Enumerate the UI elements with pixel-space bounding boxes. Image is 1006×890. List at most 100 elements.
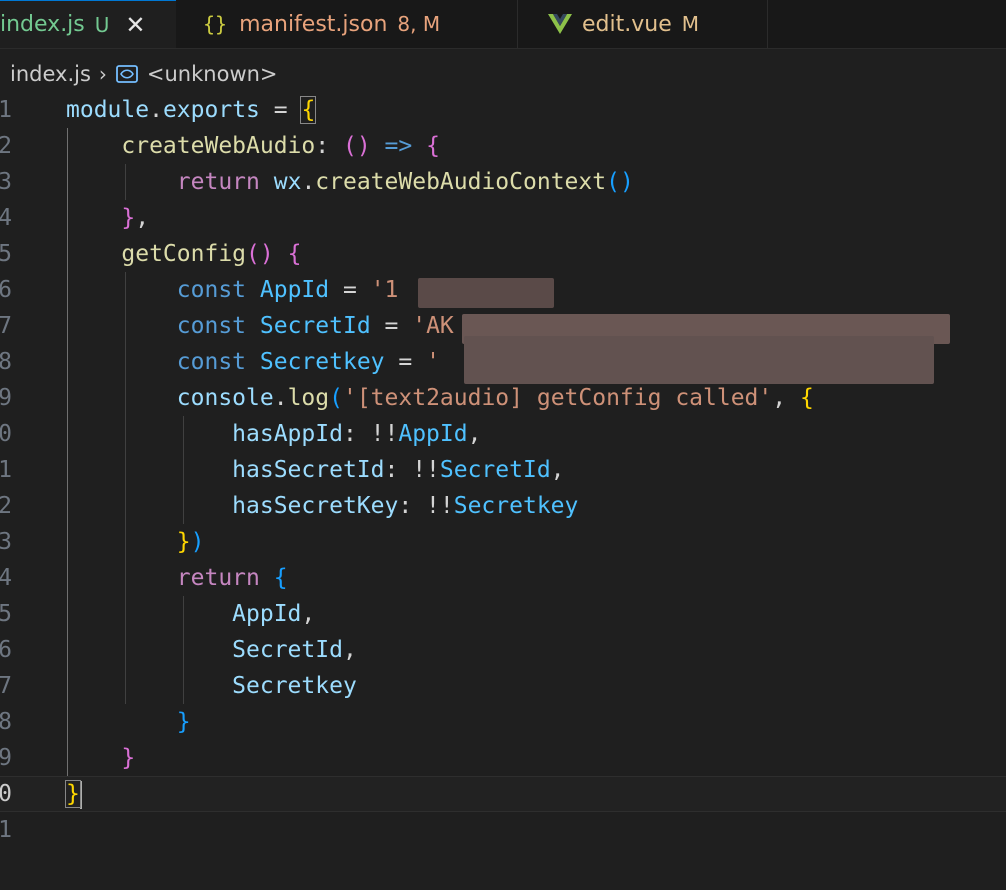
code-token: Secretkey [259, 349, 385, 375]
code-text: getConfig() { [66, 236, 301, 272]
code-token: wx [273, 169, 302, 195]
code-token: } [176, 529, 191, 555]
code-token: { [287, 241, 302, 267]
code-line[interactable]: 9 } [0, 740, 1006, 776]
code-line[interactable]: 0} [0, 776, 1006, 812]
line-number: 3 [0, 529, 12, 555]
code-text: return wx.createWebAudioContext() [66, 164, 634, 200]
code-token: , [342, 637, 357, 663]
code-token: = [370, 313, 413, 339]
line-number: 1 [0, 97, 12, 123]
code-text: }, [66, 200, 149, 236]
code-text: }) [66, 524, 205, 560]
code-token: return [176, 169, 260, 195]
code-token: createWebAudio [121, 133, 316, 159]
code-line[interactable]: 1 hasSecretId: !!SecretId, [0, 452, 1006, 488]
code-text: createWebAudio: () => { [66, 128, 440, 164]
code-token: { [300, 96, 317, 124]
line-number: 4 [0, 205, 12, 231]
line-number: 9 [0, 745, 12, 771]
redacted-region [418, 278, 554, 308]
tab-label: manifest.json [239, 11, 388, 37]
code-token: . [301, 169, 316, 195]
line-number: 7 [0, 673, 12, 699]
code-token: { [426, 133, 440, 159]
code-line[interactable]: 9 console.log('[text2audio] getConfig ca… [0, 380, 1006, 416]
line-number: 4 [0, 565, 12, 591]
code-line[interactable]: 5 getConfig() { [0, 236, 1006, 272]
code-token: = [329, 277, 371, 303]
json-braces-icon: {} [203, 12, 228, 36]
code-token: 'AK [412, 313, 454, 339]
code-token: ) [190, 529, 205, 555]
breadcrumb-symbol[interactable]: <unknown> [147, 62, 278, 86]
code-line[interactable]: 8 } [0, 704, 1006, 740]
code-token: } [121, 745, 136, 771]
problems-git-badge: 8, M [397, 12, 441, 36]
code-token: } [121, 205, 136, 231]
code-line[interactable]: 4 return { [0, 560, 1006, 596]
code-token: { [273, 565, 288, 591]
breadcrumb-file[interactable]: index.js [10, 62, 91, 86]
close-icon[interactable]: ✕ [125, 11, 145, 39]
tab-manifest-json[interactable]: {} manifest.json 8, M [176, 0, 518, 48]
tab-index-js[interactable]: index.js U ✕ [0, 0, 176, 48]
code-token: () [342, 133, 371, 159]
tab-edit-vue[interactable]: edit.vue M [518, 0, 768, 48]
code-line[interactable]: 3 }) [0, 524, 1006, 560]
code-token: , [467, 421, 482, 447]
code-token: '[text2audio] getConfig called' [342, 385, 773, 411]
code-token: '1 [370, 277, 399, 303]
code-line[interactable]: 1 [0, 812, 1006, 848]
line-number: 6 [0, 637, 12, 663]
code-token: console [176, 385, 274, 411]
code-line[interactable]: 2 hasSecretKey: !!Secretkey [0, 488, 1006, 524]
code-token: SecretId [232, 637, 343, 663]
code-token: , [301, 601, 316, 627]
code-line[interactable]: 1 module.exports = { [0, 92, 1006, 128]
code-line[interactable]: 3 return wx.createWebAudioContext() [0, 164, 1006, 200]
code-text: hasSecretId: !!SecretId, [66, 452, 564, 488]
line-number: 5 [0, 601, 12, 627]
code-token: : !! [384, 457, 440, 483]
code-token: module [66, 97, 150, 123]
code-token: , [135, 205, 150, 231]
code-line[interactable]: 6 SecretId, [0, 632, 1006, 668]
code-text: hasAppId: !!AppId, [66, 416, 481, 452]
code-line[interactable]: 2 createWebAudio: () => { [0, 128, 1006, 164]
code-line[interactable]: 0 hasAppId: !!AppId, [0, 416, 1006, 452]
code-editor[interactable]: 1 module.exports = {2 createWebAudio: () … [0, 92, 1006, 890]
code-token: { [799, 385, 814, 411]
code-token: Secretkey [232, 673, 357, 699]
code-line[interactable]: 5 AppId, [0, 596, 1006, 632]
code-token: ( [329, 385, 343, 411]
code-text: AppId, [66, 596, 315, 632]
line-number: 3 [0, 169, 12, 195]
line-number: 8 [0, 709, 12, 735]
code-line[interactable]: 4 }, [0, 200, 1006, 236]
code-token: . [273, 385, 288, 411]
code-text: Secretkey [66, 668, 357, 704]
code-token: const [176, 313, 247, 339]
code-token: createWebAudioContext [315, 169, 607, 195]
code-line[interactable]: 7 Secretkey [0, 668, 1006, 704]
code-text: SecretId, [66, 632, 357, 668]
line-number: 8 [0, 349, 12, 375]
editor-tab-bar: index.js U ✕ {} manifest.json 8, M edit.… [0, 0, 1006, 49]
tab-label: index.js [0, 12, 85, 37]
code-token: return [176, 565, 260, 591]
